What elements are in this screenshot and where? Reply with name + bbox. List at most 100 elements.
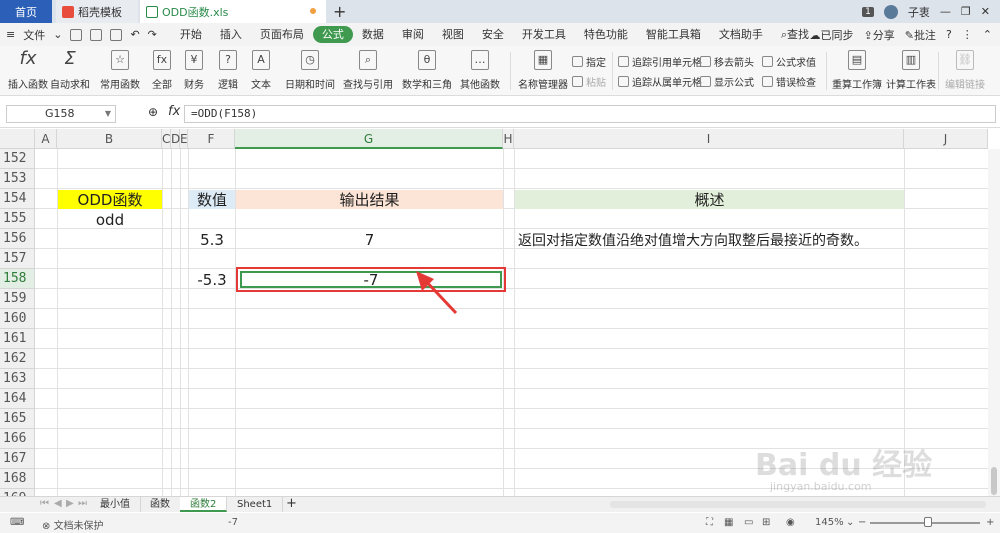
fx-button[interactable]: fx <box>168 104 180 119</box>
horizontal-scrollbar[interactable] <box>610 501 986 508</box>
logical-button[interactable]: ? 逻辑 <box>218 50 238 91</box>
error-check-button[interactable]: 错误检查 <box>762 74 816 89</box>
autosum-button[interactable]: Σ 自动求和 <box>50 50 90 92</box>
col-header-j[interactable]: J <box>904 129 988 149</box>
tab-insert[interactable]: 插入 <box>211 26 251 43</box>
cell-i154[interactable]: 概述 <box>515 190 904 209</box>
zoom-dropdown-icon[interactable]: ⌄ <box>846 517 854 528</box>
col-header-g[interactable]: G <box>235 129 503 149</box>
window-count-badge[interactable]: 1 <box>862 6 874 17</box>
paste-name-button[interactable]: 粘贴 <box>572 74 606 89</box>
define-name-button[interactable]: 指定 <box>572 54 606 69</box>
remove-arrows-button[interactable]: 移去箭头 <box>700 54 754 69</box>
select-all-corner[interactable] <box>0 129 35 149</box>
tab-docer-templates[interactable]: 稻壳模板 <box>56 0 138 23</box>
save-icon[interactable] <box>70 28 83 41</box>
row-header[interactable]: 166 <box>0 429 35 449</box>
reading-mode-icon[interactable]: ◉ <box>786 517 795 528</box>
row-header[interactable]: 153 <box>0 169 35 189</box>
last-sheet-icon[interactable]: ⏭ <box>78 498 87 509</box>
tab-review[interactable]: 审阅 <box>393 26 433 43</box>
comment-button[interactable]: ✎批注 <box>905 27 936 43</box>
more-icon[interactable]: ⋮ <box>962 28 973 41</box>
redo-icon[interactable]: ↷ <box>148 28 157 41</box>
name-manager-button[interactable]: ▦ 名称管理器 <box>518 50 568 91</box>
cell-f158[interactable]: -5.3 <box>189 270 235 289</box>
show-formulas-button[interactable]: 显示公式 <box>700 74 754 89</box>
tab-doc-assistant[interactable]: 文档助手 <box>710 26 772 43</box>
all-functions-button[interactable]: fx 全部 <box>152 50 172 91</box>
insert-function-button[interactable]: fx 插入函数 <box>8 50 48 92</box>
scroll-thumb[interactable] <box>991 467 997 495</box>
cell-f156[interactable]: 5.3 <box>189 230 235 249</box>
cell-g156[interactable]: 7 <box>236 230 503 249</box>
add-sheet-button[interactable]: + <box>276 497 307 512</box>
restore-icon[interactable]: ❐ <box>961 5 971 18</box>
tab-odd-file[interactable]: ODD函数.xls <box>140 0 326 23</box>
preview-icon[interactable] <box>110 28 123 41</box>
row-header[interactable]: 164 <box>0 389 35 409</box>
tab-start[interactable]: 开始 <box>171 26 211 43</box>
sheet-tab-functions2[interactable]: 函数2 <box>180 497 228 512</box>
hamburger-icon[interactable]: ≡ <box>6 28 15 41</box>
chevron-down-icon[interactable]: ▼ <box>105 106 111 122</box>
col-header-i[interactable]: I <box>514 129 904 149</box>
minimize-icon[interactable]: — <box>940 5 951 18</box>
col-header-e[interactable]: E <box>180 129 188 149</box>
vertical-scrollbar[interactable] <box>988 149 1000 496</box>
new-tab-button[interactable]: + <box>333 2 346 21</box>
tab-security[interactable]: 安全 <box>473 26 513 43</box>
row-header[interactable]: 160 <box>0 309 35 329</box>
datetime-button[interactable]: ◷ 日期和时间 <box>285 50 335 91</box>
cell-g154[interactable]: 输出结果 <box>236 190 503 209</box>
macro-icon[interactable]: ⌨ <box>10 517 24 528</box>
row-header[interactable]: 167 <box>0 449 35 469</box>
common-functions-button[interactable]: ☆ 常用函数 <box>100 50 140 91</box>
file-menu[interactable]: 文件 <box>23 27 45 43</box>
evaluate-formula-button[interactable]: 公式求值 <box>762 54 816 69</box>
col-header-b[interactable]: B <box>57 129 162 149</box>
row-header[interactable]: 162 <box>0 349 35 369</box>
prev-sheet-icon[interactable]: ◀ <box>54 498 62 509</box>
row-header[interactable]: 168 <box>0 469 35 489</box>
cell-b154[interactable]: ODD函数 <box>58 190 162 209</box>
tab-developer[interactable]: 开发工具 <box>513 26 575 43</box>
collapse-ribbon-icon[interactable]: ⌃ <box>983 28 992 41</box>
print-icon[interactable] <box>90 28 103 41</box>
sheet-tab-functions[interactable]: 函数 <box>140 497 181 512</box>
row-header[interactable]: 169 <box>0 489 35 496</box>
col-header-a[interactable]: A <box>35 129 57 149</box>
page-break-icon[interactable]: ⊞ <box>762 517 770 528</box>
zoom-slider-handle[interactable] <box>924 517 932 527</box>
tab-smart-toolbox[interactable]: 智能工具箱 <box>637 26 710 43</box>
calc-sheet-button[interactable]: ▥ 计算工作表 <box>886 50 936 91</box>
chevron-down-icon[interactable]: ⌄ <box>53 28 62 41</box>
protect-status[interactable]: ⊗ 文档未保护 <box>42 517 104 532</box>
share-button[interactable]: ⇪分享 <box>864 27 895 43</box>
col-header-h[interactable]: H <box>503 129 514 149</box>
name-box[interactable]: G158 ▼ <box>6 105 116 123</box>
tab-page-layout[interactable]: 页面布局 <box>251 26 313 43</box>
tab-data[interactable]: 数据 <box>353 26 393 43</box>
recalc-workbook-button[interactable]: ▤ 重算工作簿 <box>832 50 882 91</box>
sync-button[interactable]: ☁已同步 <box>810 27 854 43</box>
col-header-f[interactable]: F <box>188 129 235 149</box>
cell-b155[interactable]: odd <box>58 210 162 229</box>
row-header[interactable]: 155 <box>0 209 35 229</box>
first-sheet-icon[interactable]: ⏮ <box>40 498 49 509</box>
user-name[interactable]: 子衷 <box>908 4 930 20</box>
sheet-tab-sheet1[interactable]: Sheet1 <box>227 497 284 512</box>
trace-precedents-button[interactable]: 追踪引用单元格 <box>618 54 702 69</box>
row-header[interactable]: 163 <box>0 369 35 389</box>
row-header[interactable]: 152 <box>0 149 35 169</box>
text-button[interactable]: A 文本 <box>251 50 271 91</box>
sheet-tab-min[interactable]: 最小值 <box>90 497 141 512</box>
math-trig-button[interactable]: θ 数学和三角 <box>402 50 452 91</box>
tab-formulas[interactable]: 公式 <box>312 26 353 43</box>
cell-i156[interactable]: 返回对指定数值沿绝对值增大方向取整后最接近的奇数。 <box>518 230 904 249</box>
zoom-in-icon[interactable]: + <box>986 517 994 528</box>
row-header[interactable]: 154 <box>0 189 35 209</box>
edit-links-button[interactable]: ⛓ 编辑链接 <box>945 50 985 91</box>
next-sheet-icon[interactable]: ▶ <box>66 498 74 509</box>
zoom-out-icon[interactable]: − <box>858 517 866 528</box>
